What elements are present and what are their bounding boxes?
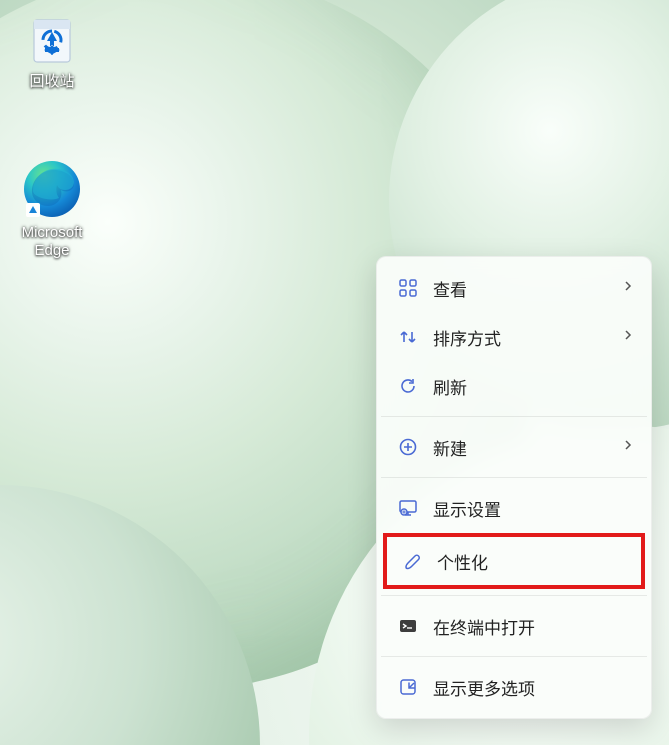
menu-item-personalize[interactable]: 个性化 [387, 537, 641, 585]
personalize-icon [401, 550, 423, 572]
highlight-personalize: 个性化 [383, 533, 645, 589]
desktop-icon-recycle-bin[interactable]: 回收站 [6, 8, 98, 91]
menu-item-view[interactable]: 查看 [383, 264, 645, 312]
menu-item-label: 刷新 [433, 374, 467, 399]
menu-item-label: 显示设置 [433, 496, 501, 521]
desktop-icon-edge[interactable]: Microsoft Edge [6, 155, 98, 260]
menu-item-new[interactable]: 新建 [383, 423, 645, 471]
menu-item-label: 排序方式 [433, 325, 501, 350]
menu-separator [381, 656, 647, 657]
desktop-icon-label: 回收站 [6, 73, 98, 91]
view-grid-icon [397, 277, 419, 299]
menu-item-sort[interactable]: 排序方式 [383, 313, 645, 361]
desktop-icon-label: Microsoft Edge [6, 224, 98, 260]
menu-item-label: 个性化 [437, 549, 488, 574]
chevron-right-icon [623, 438, 633, 456]
menu-separator [381, 595, 647, 596]
menu-item-open-terminal[interactable]: 在终端中打开 [383, 602, 645, 650]
menu-item-refresh[interactable]: 刷新 [383, 362, 645, 410]
edge-icon [20, 155, 84, 219]
chevron-right-icon [623, 279, 633, 297]
sort-icon [397, 326, 419, 348]
menu-item-label: 在终端中打开 [433, 614, 535, 639]
menu-item-display-settings[interactable]: 显示设置 [383, 484, 645, 532]
new-icon [397, 436, 419, 458]
menu-separator [381, 477, 647, 478]
menu-item-show-more-options[interactable]: 显示更多选项 [383, 663, 645, 711]
more-icon [397, 676, 419, 698]
refresh-icon [397, 375, 419, 397]
display-icon [397, 497, 419, 519]
terminal-icon [397, 615, 419, 637]
recycle-bin-icon [22, 8, 82, 68]
menu-item-label: 查看 [433, 276, 467, 301]
desktop-context-menu: 查看 排序方式 刷新 新建 [376, 256, 652, 719]
menu-separator [381, 416, 647, 417]
menu-item-label: 新建 [433, 435, 467, 460]
chevron-right-icon [623, 328, 633, 346]
menu-item-label: 显示更多选项 [433, 675, 535, 700]
